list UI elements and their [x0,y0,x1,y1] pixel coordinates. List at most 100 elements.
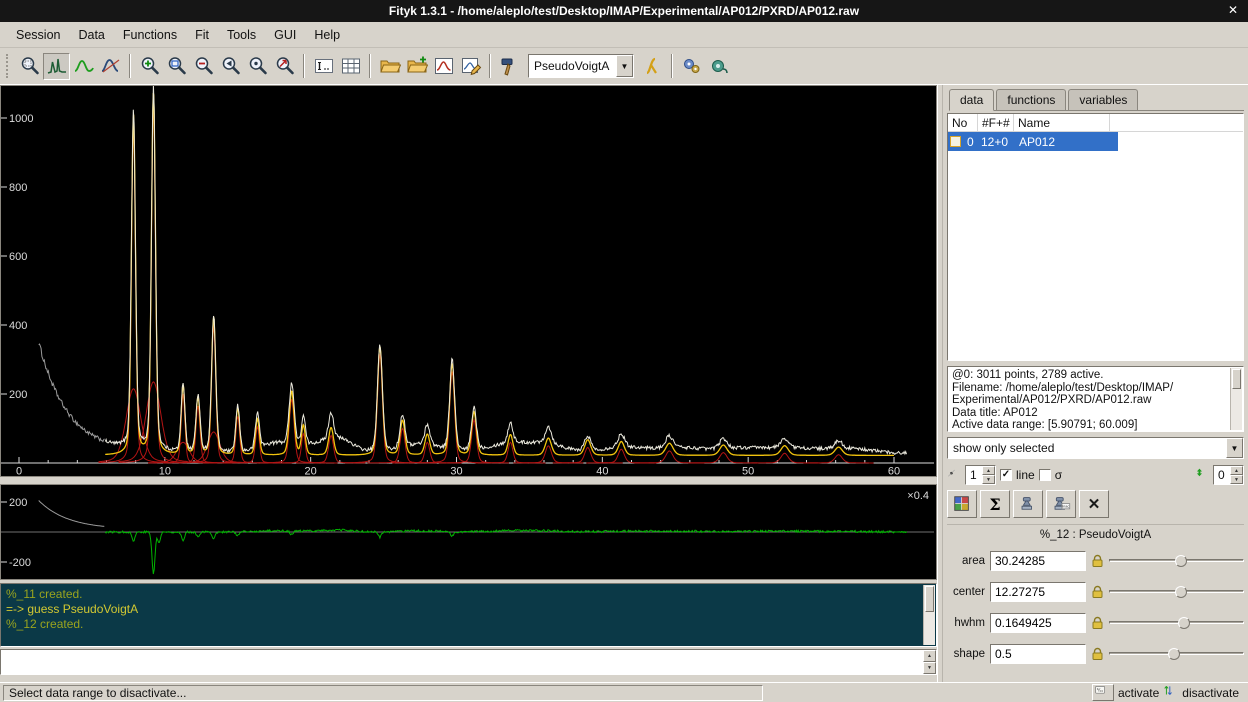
list-header-0[interactable]: No [948,114,978,131]
zoom-select-icon[interactable] [163,53,190,80]
scrollbar-thumb[interactable] [1232,369,1241,389]
delete-dataset-button[interactable]: ✕ [1079,490,1109,518]
data-table-icon[interactable] [337,53,364,80]
zoom-vertical-icon[interactable] [244,53,271,80]
param-center-input[interactable] [990,582,1086,602]
tab-functions[interactable]: functions [996,89,1066,110]
param-area-input[interactable] [990,551,1086,571]
menu-session[interactable]: Session [8,24,68,46]
dataset-info[interactable]: @0: 3011 points, 2789 active.Filename: /… [947,366,1244,432]
dataset-row[interactable]: 012+0AP012 [948,132,1118,151]
line-checkbox[interactable]: ✓ [1000,469,1012,481]
menu-data[interactable]: Data [70,24,112,46]
lock-icon[interactable] [1091,585,1104,599]
aux-plot[interactable]: 200-200×0.4 [0,484,937,580]
menu-fit[interactable]: Fit [187,24,217,46]
menu-help[interactable]: Help [306,24,348,46]
param-shape-slider[interactable] [1109,646,1244,662]
function-header: %_12 : PseudoVoigtA [947,524,1244,543]
copy-dataset-button[interactable] [1013,490,1043,518]
mode-hint-area: activate disactivate [1118,685,1245,700]
slider-thumb[interactable] [1178,617,1190,629]
run-fit-icon[interactable] [496,53,523,80]
svg-text:20: 20 [305,466,317,477]
continue-fit-icon[interactable] [705,53,732,80]
zoom-all-icon[interactable] [271,53,298,80]
param-area-slider[interactable] [1109,553,1244,569]
chevron-down-icon[interactable]: ▼ [1226,438,1243,458]
plot-style-button[interactable] [947,490,977,518]
list-header-2[interactable]: Name [1014,114,1110,131]
console-scrollbar[interactable] [923,585,935,645]
plot-splitter[interactable] [0,477,937,484]
param-hwhm-input[interactable] [990,613,1086,633]
shift-spinner[interactable]: 0 ▲▼ [1213,465,1244,485]
add-peak-mode-icon[interactable] [97,53,124,80]
slider-thumb[interactable] [1175,586,1187,598]
open-merge-icon[interactable] [403,53,430,80]
data-range-mode-icon[interactable] [43,53,70,80]
slider-thumb[interactable] [1175,555,1187,567]
sum-datasets-button[interactable]: Σ [980,490,1010,518]
input-hint-button[interactable]: ⅟₀₀ [1092,684,1114,701]
menu-gui[interactable]: GUI [266,24,304,46]
command-input[interactable] [0,649,937,675]
history-up-icon[interactable]: ▲ [923,650,936,662]
dataset-color-swatch[interactable] [950,136,961,147]
spin-down-icon[interactable]: ▼ [982,475,995,484]
main-plot[interactable]: 20040060080010000102030405060 [0,85,937,477]
function-type-select[interactable]: PseudoVoigtA▼ [528,54,634,78]
dataset-list[interactable]: No#F+#Name 012+0AP012 [947,113,1244,361]
data-editor-icon[interactable] [457,53,484,80]
tab-variables[interactable]: variables [1068,89,1138,110]
history-down-icon[interactable]: ▼ [923,662,936,674]
auto-add-peak-icon[interactable] [639,53,666,80]
zoom-previous-icon[interactable] [217,53,244,80]
param-hwhm-slider[interactable] [1109,615,1244,631]
component-curve [179,325,248,463]
spin-down-icon[interactable]: ▼ [1230,475,1243,484]
output-console[interactable]: %_11 created.=-> guess PseudoVoigtA%_12 … [0,583,937,647]
point-size-value: 1 [966,466,982,484]
toolbar-grip[interactable] [6,54,11,78]
sigma-checkbox[interactable] [1039,469,1051,481]
baseline-mode-icon[interactable] [70,53,97,80]
param-center-slider[interactable] [1109,584,1244,600]
lock-icon[interactable] [1091,554,1104,568]
slider-thumb[interactable] [1168,648,1180,660]
component-curve [257,399,326,463]
menu-functions[interactable]: Functions [115,24,185,46]
spin-up-icon[interactable]: ▲ [982,466,995,475]
lock-icon[interactable] [1091,647,1104,661]
tab-data[interactable]: data [949,89,994,111]
open-file-icon[interactable] [376,53,403,80]
menu-tools[interactable]: Tools [219,24,264,46]
info-scrollbar[interactable] [1230,368,1242,430]
zoom-out-icon[interactable] [190,53,217,80]
param-label-center: center [947,586,985,598]
lock-icon[interactable] [1091,616,1104,630]
inactive-points-button[interactable]: inac [1046,490,1076,518]
zoom-in-icon[interactable] [136,53,163,80]
svg-text:inac: inac [1062,503,1069,508]
save-image-icon[interactable] [430,53,457,80]
param-row-center: center [947,579,1244,605]
fityk-window: Fityk 1.3.1 - /home/aleplo/test/Desktop/… [0,0,1248,702]
chevron-down-icon[interactable]: ▼ [616,55,633,77]
view-controls: 1 ▲▼ ✓ line σ 0 ▲▼ [947,464,1244,486]
point-size-icon [947,468,961,482]
list-header-1[interactable]: #F+# [978,114,1014,131]
scrollbar-thumb[interactable] [925,586,934,612]
script-editor-icon[interactable] [310,53,337,80]
close-icon[interactable]: ✕ [1228,3,1238,17]
point-size-spinner[interactable]: 1 ▲▼ [965,465,996,485]
toolbar-separator [303,54,305,78]
titlebar[interactable]: Fityk 1.3.1 - /home/aleplo/test/Desktop/… [0,0,1248,22]
spin-up-icon[interactable]: ▲ [1230,466,1243,475]
param-shape-input[interactable] [990,644,1086,664]
undo-fit-icon[interactable] [678,53,705,80]
svg-text:600: 600 [9,251,27,263]
zoom-mode-icon[interactable] [16,53,43,80]
menubar: SessionDataFunctionsFitToolsGUIHelp [0,22,1248,48]
filter-select[interactable]: show only selected ▼ [947,437,1244,459]
